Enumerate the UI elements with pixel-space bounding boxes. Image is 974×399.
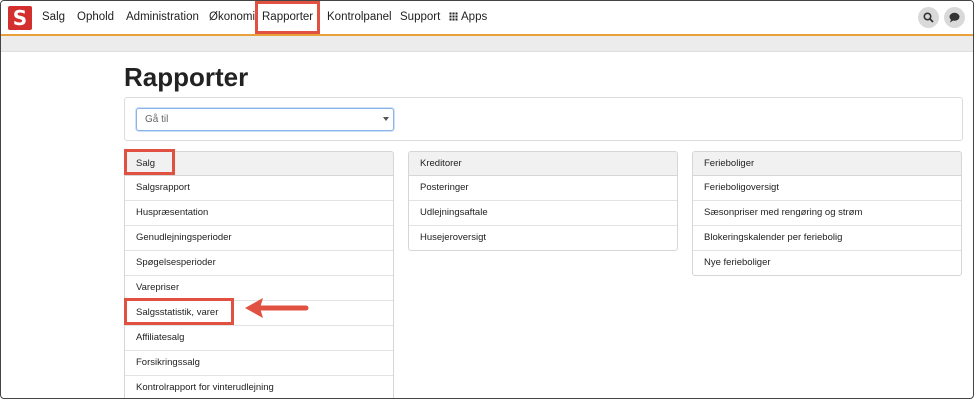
nav-salg[interactable]: Salg [42,1,65,34]
nav-administration[interactable]: Administration [126,1,199,34]
top-navbar: S Salg Ophold Administration Økonomi Rap… [1,1,973,36]
nav-rapporter[interactable]: Rapporter [255,1,321,34]
chat-icon [949,12,960,23]
list-item[interactable]: Nye ferieboliger [693,251,961,275]
page-title: Rapporter [124,62,249,92]
list-item[interactable]: Kontrolrapport for vinterudlejning [125,376,393,398]
goto-select[interactable]: Gå til [136,108,394,131]
goto-panel: Gå til [124,97,963,141]
nav-kontrolpanel[interactable]: Kontrolpanel [327,1,392,34]
list-item[interactable]: Ferieboligoversigt [693,176,961,201]
list-item[interactable]: Forsikringssalg [125,351,393,376]
list-item[interactable]: Spøgelsesperioder [125,251,393,276]
goto-placeholder: Gå til [145,114,169,125]
list-header-ferieboliger[interactable]: Ferieboliger [693,152,961,176]
chevron-down-icon [383,117,389,121]
logo[interactable]: S [8,6,32,30]
search-button[interactable] [918,7,939,28]
search-icon [923,12,934,23]
nav-apps-label: Apps [461,11,488,23]
list-item[interactable]: Posteringer [409,176,677,201]
list-item[interactable]: Affiliatesalg [125,326,393,351]
list-item[interactable]: Huspræsentation [125,201,393,226]
list-salg: Salg Salgsrapport Huspræsentation Genudl… [124,151,394,398]
logo-letter: S [12,6,28,30]
list-ferieboliger: Ferieboliger Ferieboligoversigt Sæsonpri… [692,151,962,276]
list-item[interactable]: Blokeringskalender per feriebolig [693,226,961,251]
nav-support[interactable]: Support [400,1,440,34]
chat-button[interactable] [944,7,965,28]
list-item[interactable]: Udlejningsaftale [409,201,677,226]
list-header-kreditorer[interactable]: Kreditorer [409,152,677,176]
highlight-salg-header [124,149,175,175]
list-item[interactable]: Husejeroversigt [409,226,677,250]
nav-apps[interactable]: Apps [449,1,487,34]
list-item[interactable]: Salgsrapport [125,176,393,201]
list-item[interactable]: Genudlejningsperioder [125,226,393,251]
highlight-salgsstatistik [124,298,234,325]
app-window: S Salg Ophold Administration Økonomi Rap… [0,0,974,399]
apps-grid-icon [449,12,458,21]
list-kreditorer: Kreditorer Posteringer Udlejningsaftale … [408,151,678,251]
list-item[interactable]: Sæsonpriser med rengøring og strøm [693,201,961,226]
arrow-left-icon [245,298,309,318]
sub-bar [1,36,973,52]
nav-ophold[interactable]: Ophold [77,1,114,34]
nav-okonomi[interactable]: Økonomi [209,1,255,34]
